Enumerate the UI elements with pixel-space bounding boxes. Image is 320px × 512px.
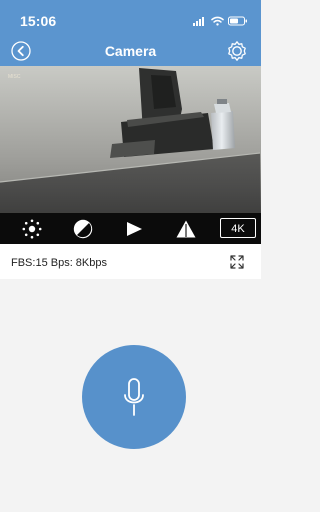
status-icons xyxy=(193,13,248,31)
fullscreen-button[interactable] xyxy=(227,252,247,272)
wifi-icon xyxy=(211,13,224,31)
microphone-button[interactable] xyxy=(82,345,186,449)
camera-screen: 15:06 Camera MISC 4K FBS:15 Bps: 8Kbps xyxy=(0,0,261,512)
play-button[interactable] xyxy=(122,217,146,241)
camera-feed[interactable]: MISC xyxy=(0,66,261,214)
gear-icon xyxy=(228,41,246,61)
play-icon xyxy=(127,222,142,236)
stream-stats-text: FBS:15 Bps: 8Kbps xyxy=(11,257,107,269)
warning-icon xyxy=(176,220,196,238)
contrast-button[interactable] xyxy=(71,217,95,241)
fullscreen-icon xyxy=(230,255,244,269)
camera-overlay-text: MISC xyxy=(8,74,21,80)
page-title: Camera xyxy=(104,43,157,59)
contrast-icon xyxy=(73,219,93,239)
brightness-icon xyxy=(22,219,42,239)
stream-stats: FBS:15 Bps: 8Kbps xyxy=(0,244,261,279)
status-time: 15:06 xyxy=(20,13,57,29)
warning-button[interactable] xyxy=(174,217,198,241)
brightness-button[interactable] xyxy=(20,217,44,241)
battery-icon xyxy=(228,13,248,31)
app-header: 15:06 Camera xyxy=(0,0,261,66)
camera-image: MISC xyxy=(0,66,261,214)
microphone-icon xyxy=(124,378,144,416)
settings-button[interactable] xyxy=(225,39,249,63)
camera-control-bar: 4K xyxy=(0,213,261,244)
signal-icon xyxy=(193,13,207,31)
talk-area xyxy=(0,279,261,512)
quality-button[interactable]: 4K xyxy=(220,218,256,238)
